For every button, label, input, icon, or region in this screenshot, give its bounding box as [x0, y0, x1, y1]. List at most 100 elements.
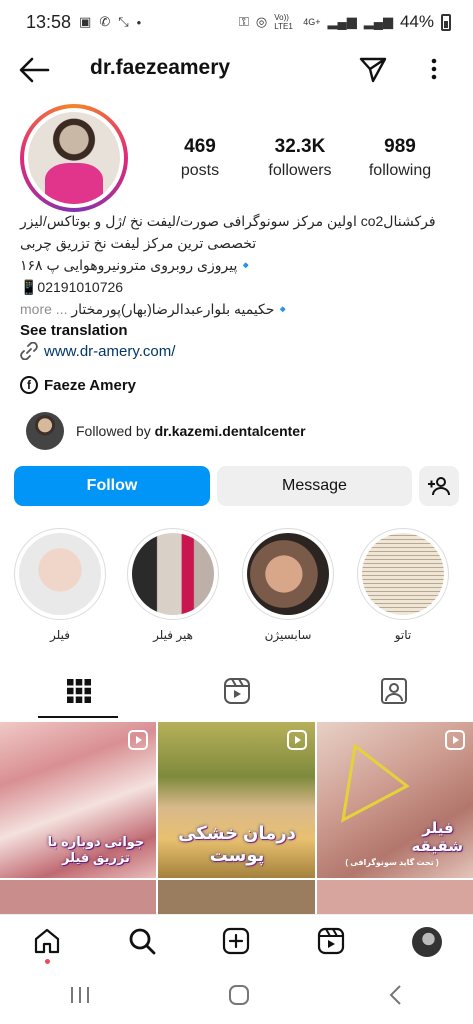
- posts-grid: جوانی دوباره با تزریق فیلر درمان خشکی پو…: [0, 720, 473, 914]
- home-icon: [35, 928, 60, 953]
- post-thumbnail-1[interactable]: جوانی دوباره با تزریق فیلر: [0, 722, 156, 878]
- post-thumbnail-6[interactable]: [317, 880, 473, 914]
- volte-label: Vo)) LTE1: [274, 13, 293, 31]
- bottom-navigation: [0, 914, 473, 966]
- see-translation-link[interactable]: See translation: [20, 322, 128, 339]
- nav-search[interactable]: [128, 927, 156, 955]
- nav-profile[interactable]: [411, 926, 442, 957]
- network-type-label: 4G+: [303, 17, 321, 27]
- stat-posts[interactable]: 469 posts: [150, 136, 250, 180]
- profile-avatar[interactable]: [20, 104, 128, 212]
- post-caption-3-sub: ( تحت گاید سونوگرافی ): [345, 858, 439, 867]
- stat-followers[interactable]: 32.3K followers: [250, 136, 350, 180]
- bio-line-2: تخصصی ترین مرکز لیفت نخ تزریق چربی: [20, 235, 257, 251]
- bio-line-4[interactable]: 📱02191010726: [20, 276, 460, 298]
- profile-username: dr.faezeamery: [90, 56, 231, 79]
- more-notifications-dot-icon: •: [136, 14, 142, 30]
- website-url[interactable]: www.dr-amery.com/: [44, 343, 175, 360]
- add-post-icon: [223, 927, 250, 954]
- stat-followers-label: followers: [268, 162, 332, 179]
- gallery-notification-icon: ▣: [79, 14, 92, 29]
- active-tab-indicator: [38, 716, 118, 718]
- post-caption-2: درمان خشکی پوست: [178, 823, 296, 865]
- battery-percent: 44%: [399, 12, 434, 31]
- signal-icon: ▂▄▆: [327, 14, 357, 29]
- hotspot-icon: ◎: [255, 14, 268, 29]
- system-back-icon[interactable]: [388, 984, 404, 1006]
- followed-by-prefix: Followed by: [76, 423, 151, 439]
- stat-posts-count: 469: [184, 136, 216, 157]
- tab-reels[interactable]: [158, 664, 316, 718]
- nav-create[interactable]: [222, 927, 250, 955]
- story-highlights: فیلر هیر فیلر سابسیژن تاتو: [0, 528, 473, 648]
- post-thumbnail-2[interactable]: درمان خشکی پوست: [158, 722, 315, 878]
- tab-posts-grid[interactable]: [0, 664, 158, 718]
- profile-bio: فرکشنالco2 اولین مرکز سونوگرافی صورت/لیف…: [20, 210, 460, 320]
- message-button[interactable]: Message: [217, 466, 412, 506]
- highlight-label-4: تاتو: [394, 628, 412, 642]
- suggested-users-button[interactable]: [419, 466, 459, 506]
- post-thumbnail-3[interactable]: فیلر شقیقه ( تحت گاید سونوگرافی ): [317, 722, 473, 878]
- link-icon: [20, 342, 38, 360]
- followed-by-row[interactable]: Followed by dr.kazemi.dentalcenter: [26, 412, 306, 450]
- facebook-icon: f: [20, 376, 38, 394]
- highlight-filler[interactable]: فیلر: [14, 528, 106, 642]
- share-send-icon[interactable]: [358, 54, 388, 84]
- more-options-icon[interactable]: [424, 54, 444, 84]
- recent-apps-icon[interactable]: [69, 985, 91, 1005]
- home-notification-dot: [45, 958, 51, 964]
- missed-call-icon: ⤡: [118, 14, 129, 29]
- bio-line-5-wrap: 🔹حکیمیه بلوارعبدالرضا(بهار)پورمختار ... …: [20, 298, 460, 320]
- post-thumbnail-4[interactable]: [0, 880, 156, 914]
- stat-posts-label: posts: [180, 162, 220, 179]
- tab-tagged[interactable]: [315, 664, 473, 718]
- reels-icon: [223, 678, 250, 704]
- triangle-marker-graphic: [341, 743, 410, 823]
- profile-content-tabs: [0, 664, 473, 718]
- stat-following-count: 989: [384, 136, 416, 157]
- post-caption-1: جوانی دوباره با تزریق فیلر: [47, 834, 145, 865]
- highlight-label-1: فیلر: [50, 628, 70, 642]
- nav-home[interactable]: [33, 927, 61, 964]
- reel-badge-icon-2: [287, 730, 307, 750]
- post-thumbnail-5[interactable]: [158, 880, 315, 914]
- highlight-thumb-4: [362, 533, 444, 615]
- profile-header: dr.faezeamery: [0, 46, 473, 94]
- highlight-thumb-1: [19, 533, 101, 615]
- mutual-follower-avatar: [26, 412, 64, 450]
- facebook-link-row[interactable]: f Faeze Amery: [20, 376, 136, 394]
- home-button-icon[interactable]: [228, 984, 250, 1006]
- bio-line-3: 🔹پیروزی روبروی مترونیروهوایی پ ۱۶۸: [20, 257, 255, 273]
- bio-more-link[interactable]: ... more: [20, 301, 67, 317]
- follow-button[interactable]: Follow: [14, 466, 210, 506]
- post-caption-3: فیلر شقیقه: [411, 820, 463, 855]
- battery-icon: [441, 13, 451, 31]
- signal-icon-2: ▂▄▆: [363, 14, 393, 29]
- highlight-thumb-2: [132, 533, 214, 615]
- bio-line-1: فرکشنالco2 اولین مرکز سونوگرافی صورت/لیف…: [20, 213, 436, 229]
- grid-icon: [66, 679, 91, 703]
- website-link-row[interactable]: www.dr-amery.com/: [20, 342, 175, 360]
- own-profile-avatar: [411, 926, 442, 957]
- highlight-hair-filler[interactable]: هیر فیلر: [127, 528, 219, 642]
- highlight-tattoo[interactable]: تاتو: [357, 528, 449, 642]
- followed-by-text: Followed by dr.kazemi.dentalcenter: [76, 423, 306, 439]
- stat-followers-count: 32.3K: [274, 136, 326, 157]
- stat-following[interactable]: 989 following: [350, 136, 450, 180]
- tagged-person-icon: [381, 678, 408, 704]
- highlight-label-3: سابسیژن: [264, 628, 312, 642]
- status-bar: 13:58 ▣ ✆ ⤡ • ⚿ ◎ Vo)) LTE1 4G+ ▂▄▆ ▂▄▆ …: [0, 0, 473, 44]
- highlight-subcision[interactable]: سابسیژن: [242, 528, 334, 642]
- profile-stats: 469 posts 32.3K followers 989 following: [150, 136, 450, 180]
- back-arrow-icon[interactable]: [18, 56, 50, 84]
- stat-following-label: following: [368, 162, 432, 179]
- avatar-photo: [28, 112, 120, 204]
- nav-reels[interactable]: [317, 927, 345, 955]
- facebook-name[interactable]: Faeze Amery: [44, 377, 136, 394]
- profile-action-buttons: Follow Message: [14, 466, 460, 506]
- phone-notification-icon: ✆: [99, 14, 111, 29]
- highlight-thumb-3: [247, 533, 329, 615]
- status-time: 13:58: [26, 11, 72, 32]
- reel-badge-icon-3: [445, 730, 465, 750]
- key-icon: ⚿: [239, 14, 249, 29]
